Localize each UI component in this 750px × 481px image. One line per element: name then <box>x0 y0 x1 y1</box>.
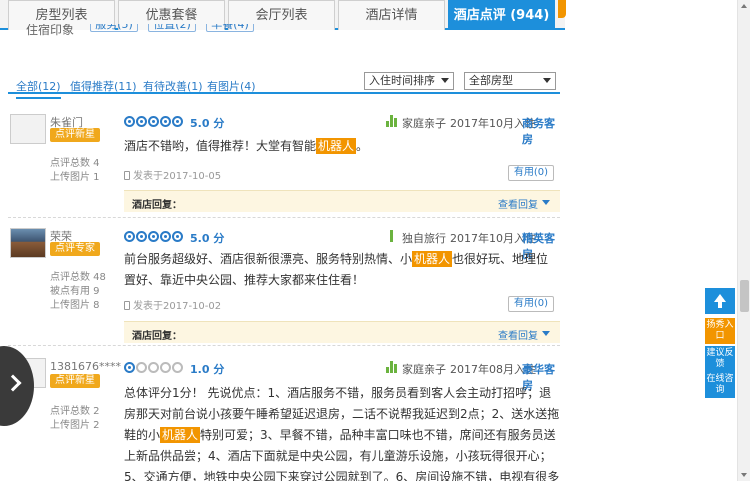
chevron-right-icon <box>4 374 22 392</box>
chevron-down-icon <box>441 78 449 83</box>
post-date: 发表于2017-10-02 <box>124 297 221 312</box>
keyword-highlight: 机器人 <box>160 427 201 443</box>
chevron-down-icon[interactable] <box>542 200 550 205</box>
filter-all[interactable]: 全部(12) <box>16 78 61 99</box>
review-username[interactable]: 1381676**** <box>50 360 121 373</box>
user-stat: 上传图片 8 <box>50 300 100 311</box>
hotel-reply-label: 酒店回复： <box>132 200 182 211</box>
impression-chip[interactable]: 早餐(4) <box>206 24 254 32</box>
rating-dot-icon <box>124 116 135 127</box>
rating-dot-icon <box>124 231 135 242</box>
view-reply-link[interactable]: 查看回复 <box>498 196 538 211</box>
solo-trip-icon <box>386 230 398 242</box>
rating-dot-icon <box>136 231 147 242</box>
trip-type: 家庭亲子 <box>402 363 446 376</box>
impression-label: 住宿印象 <box>26 24 75 36</box>
review-filter-bar: 全部(12) 值得推荐(11) 有待改善(1) 有图片(4) 入住时间排序 全部… <box>8 72 560 99</box>
filter-with-photos[interactable]: 有图片(4) <box>207 78 256 94</box>
chevron-down-icon <box>543 78 551 83</box>
rating-dot-icon <box>136 362 147 373</box>
hotel-reply-label: 酒店回复： <box>132 331 182 342</box>
hotel-reply-bar: 酒店回复： 查看回复 <box>124 321 560 343</box>
user-stat: 点评总数 48 <box>50 272 106 283</box>
showcase-entry-button[interactable]: 扬秀入口 <box>705 318 735 344</box>
room-type-select-value: 全部房型 <box>469 74 513 87</box>
keyword-highlight: 机器人 <box>412 251 453 267</box>
sort-select[interactable]: 入住时间排序 <box>364 72 454 90</box>
trip-type: 家庭亲子 <box>402 117 446 130</box>
back-to-top-button[interactable] <box>705 288 735 314</box>
post-date: 发表于2017-10-05 <box>124 167 221 182</box>
review-score: 1.0 分 <box>190 363 225 376</box>
view-reply-link[interactable]: 查看回复 <box>498 327 538 342</box>
review-item: 荣荣 点评专家 点评总数 48 被点有用 9 上传图片 8 5.0 分 独自旅行… <box>8 220 560 346</box>
review-text: 酒店不错哟，值得推荐！大堂有智能 机器人。 <box>124 138 369 154</box>
rating-dot-icon <box>124 362 135 373</box>
user-stat: 点评总数 4 <box>50 158 100 169</box>
phone-icon <box>124 171 130 180</box>
impression-chip[interactable]: 服务(5) <box>90 24 138 32</box>
feedback-button[interactable]: 建议反馈 <box>705 346 735 372</box>
review-score: 5.0 分 <box>190 117 225 130</box>
trip-type: 独自旅行 <box>402 232 446 245</box>
keyword-highlight: 机器人 <box>316 138 357 154</box>
review-score: 5.0 分 <box>190 232 225 245</box>
tab-corner-decoration <box>558 0 566 18</box>
user-badge: 点评新星 <box>50 374 100 388</box>
rating-dot-icon <box>160 116 171 127</box>
scrollbar-thumb[interactable] <box>740 280 749 312</box>
user-badge: 点评专家 <box>50 242 100 256</box>
rating-dot-icon <box>160 231 171 242</box>
rating-dot-icon <box>148 116 159 127</box>
impression-row: 住宿印象 服务(5) 位置(2) 早餐(4) <box>26 24 556 36</box>
rating-dot-icon <box>160 362 171 373</box>
hotel-reply-bar: 酒店回复： 查看回复 <box>124 190 560 212</box>
rating-dot-icon <box>136 116 147 127</box>
avatar[interactable] <box>10 114 46 144</box>
family-trip-icon <box>386 361 398 373</box>
avatar[interactable] <box>10 228 46 258</box>
user-badge: 点评新星 <box>50 128 100 142</box>
room-type-select[interactable]: 全部房型 <box>464 72 556 90</box>
user-stat: 上传图片 2 <box>50 420 100 431</box>
rating-dot-icon <box>172 231 183 242</box>
user-stat: 点评总数 2 <box>50 406 100 417</box>
scroll-up-icon[interactable] <box>741 4 747 8</box>
scroll-down-icon[interactable] <box>741 473 747 477</box>
filter-needs-improvement[interactable]: 有待改善(1) <box>143 78 203 94</box>
impression-chip[interactable]: 位置(2) <box>148 24 196 32</box>
sort-select-value: 入住时间排序 <box>369 74 435 87</box>
filter-recommended[interactable]: 值得推荐(11) <box>70 78 137 94</box>
review-item: 1381676**** 点评新星 点评总数 2 上传图片 2 1.0 分 家庭亲… <box>8 352 560 481</box>
review-text: 总体评分1分！ 先说优点：1、酒店服务不错，服务员看到客人会主动打招呼；退房那天… <box>124 386 560 481</box>
useful-button[interactable]: 有用(0) <box>508 165 554 181</box>
review-text: 前台服务超级好、酒店很新很漂亮、服务特别热情、小 机器人 也很好玩、地理位置好、靠近… <box>124 251 549 287</box>
useful-button[interactable]: 有用(0) <box>508 296 554 312</box>
user-stat: 被点有用 9 <box>50 286 100 297</box>
phone-icon <box>124 301 130 310</box>
rating-dot-icon <box>148 231 159 242</box>
review-item: 朱雀门 点评新星 点评总数 4 上传图片 1 5.0 分 家庭亲子 2017年1… <box>8 106 560 218</box>
rating-dot-icon <box>172 116 183 127</box>
online-consult-button[interactable]: 在线咨询 <box>705 372 735 398</box>
rating-dot-icon <box>148 362 159 373</box>
chevron-down-icon[interactable] <box>542 331 550 336</box>
page-scrollbar[interactable] <box>737 0 750 481</box>
family-trip-icon <box>386 115 398 127</box>
rating-dot-icon <box>172 362 183 373</box>
user-stat: 上传图片 1 <box>50 172 100 183</box>
